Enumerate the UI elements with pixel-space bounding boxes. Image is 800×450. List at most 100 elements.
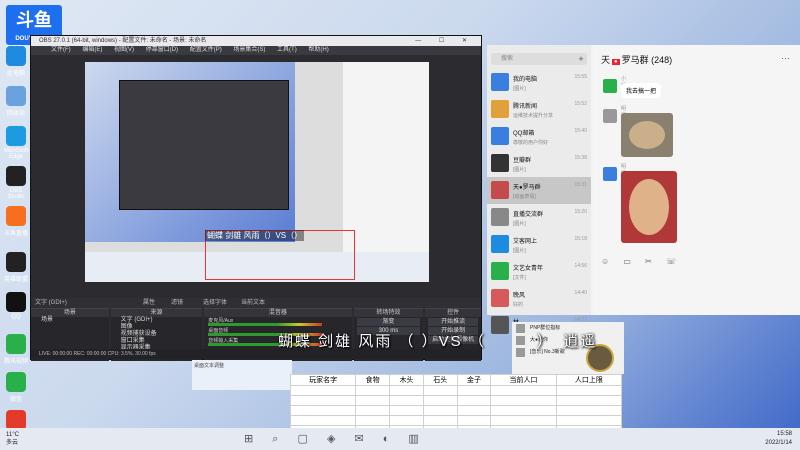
overlay-window[interactable]: 桌面文本调整 [192, 360, 292, 390]
image-message[interactable] [621, 171, 677, 243]
table-cell[interactable] [555, 415, 623, 426]
desktop-icon-label: 斗鱼直播 [3, 231, 28, 237]
conversation-item[interactable]: 直播交流群 [图片] 15:20 [487, 204, 591, 231]
transition-select[interactable]: 渐变 [356, 318, 421, 326]
avatar [491, 181, 509, 199]
conversation-item[interactable]: 艾客网上 [图片] 15:18 [487, 231, 591, 258]
table-cell[interactable] [389, 405, 424, 416]
chat-panel: 天●罗马群 (248) ··· 小狐 我去搞一把 明明 明明 ☺ ▭ ✂ ☏ [593, 45, 800, 315]
desktop-icon[interactable]: 此电脑 [3, 46, 29, 77]
conversation-item[interactable]: 豆瓣群 [图片] 15:38 [487, 150, 591, 177]
table-cell[interactable] [555, 385, 623, 396]
more-icon[interactable]: ··· [781, 53, 790, 63]
table-cell[interactable] [456, 395, 492, 406]
table-cell[interactable] [289, 405, 357, 416]
source-item[interactable]: 图像 [111, 324, 203, 331]
conversation-item[interactable]: 天●罗马群 [动画表情] 15:31 [487, 177, 591, 204]
table-cell[interactable] [490, 385, 557, 396]
menu-tools[interactable]: 工具(T) [277, 47, 297, 53]
weather-desc: 多云 [6, 440, 19, 446]
col-wood[interactable]: 木头 [389, 374, 424, 386]
col-population[interactable]: 当前人口 [490, 374, 557, 386]
table-cell[interactable] [555, 395, 623, 406]
col-food[interactable]: 食物 [355, 374, 391, 386]
mixer-channel[interactable]: 麦克风/Aux [204, 317, 351, 327]
col-gold[interactable]: 金子 [456, 374, 492, 386]
conversation-item[interactable]: 我的电脑 [图片] 15:55 [487, 69, 591, 96]
menu-edit[interactable]: 编辑(E) [82, 47, 102, 53]
table-cell[interactable] [456, 405, 492, 416]
weather-widget[interactable]: 11°C 多云 [6, 431, 19, 447]
table-cell[interactable] [490, 415, 557, 426]
table-cell[interactable] [289, 415, 357, 426]
search-input[interactable]: 搜索 [491, 53, 587, 65]
image-message[interactable] [621, 113, 673, 157]
menu-docks[interactable]: 停靠窗口(D) [146, 47, 178, 53]
desktop-icon[interactable]: OBS Studio [3, 166, 29, 200]
system-clock[interactable]: 15:58 2022/1/14 [765, 430, 792, 448]
preview-caption: 蝴蝶 剑雄 风雨（）VS（） [205, 230, 305, 241]
scene-item[interactable]: 场景 [31, 317, 109, 324]
table-cell[interactable] [456, 385, 492, 396]
add-icon[interactable]: + [575, 53, 587, 65]
menu-scene-collection[interactable]: 场景集合(S) [233, 47, 265, 53]
conversation-item[interactable]: 晚风 好的 14:40 [487, 285, 591, 312]
obs-preview[interactable]: 蝴蝶 剑雄 风雨（）VS（） [85, 62, 429, 282]
table-cell[interactable] [422, 395, 458, 406]
start-streaming-button[interactable]: 开始推流 [428, 318, 478, 326]
conversation-item[interactable]: 文艺女青年 [文件] 14:56 [487, 258, 591, 285]
table-cell[interactable] [289, 385, 357, 396]
source-toolbar: 文字 (GDI+) 属性 滤镜 选择字体 当前文本 [31, 298, 481, 308]
source-item[interactable]: 窗口采集 [111, 338, 203, 345]
menu-view[interactable]: 视图(V) [114, 47, 134, 53]
col-pop-cap[interactable]: 人口上限 [555, 374, 623, 386]
table-cell[interactable] [355, 405, 391, 416]
source-item[interactable]: 视频捕获设备 [111, 331, 203, 338]
menu-help[interactable]: 帮助(H) [308, 47, 328, 53]
filters-button[interactable]: 滤镜 [171, 298, 183, 308]
table-cell[interactable] [422, 385, 458, 396]
taskbar-app-icons[interactable]: ⊞ ⌕ ▢ ◈ ✉ ◐ ▥ [244, 432, 427, 446]
conversation-item[interactable]: 腾讯新闻 运维技术提升分享 15:52 [487, 96, 591, 123]
source-item[interactable]: 文字 (GDI+) [111, 317, 203, 324]
conversation-item[interactable]: QQ邮箱 尊敬的用户你好 15:40 [487, 123, 591, 150]
avatar[interactable] [603, 79, 617, 93]
window-controls[interactable]: — ☐ ✕ [415, 36, 475, 46]
avatar[interactable] [603, 109, 617, 123]
table-cell[interactable] [355, 395, 391, 406]
table-cell[interactable] [389, 385, 424, 396]
obs-menu-bar: 文件(F) 编辑(E) 视图(V) 停靠窗口(D) 配置文件(P) 场景集合(S… [31, 46, 481, 55]
table-cell[interactable] [389, 415, 424, 426]
table-cell[interactable] [422, 405, 458, 416]
desktop-icon[interactable]: 腾讯视频 [3, 334, 29, 365]
menu-file[interactable]: 文件(F) [51, 47, 71, 53]
desktop-icon[interactable]: 英雄联盟 [3, 252, 29, 283]
table-cell[interactable] [289, 395, 357, 406]
table-cell[interactable] [456, 415, 492, 426]
chat-toolbar[interactable]: ☺ ▭ ✂ ☏ [601, 257, 682, 266]
table-cell[interactable] [422, 415, 458, 426]
conversation-list: 搜索 + 我的电脑 [图片] 15:55 腾讯新闻 运维技术提升分享 15:52 QQ邮箱尊… [487, 45, 591, 335]
desktop-icon[interactable]: 回收站 [3, 86, 29, 117]
menu-profile[interactable]: 配置文件(P) [190, 47, 222, 53]
app-icon [6, 46, 26, 66]
app-icon [6, 206, 26, 226]
table-cell[interactable] [355, 415, 391, 426]
table-cell[interactable] [490, 405, 557, 416]
col-player[interactable]: 玩家名字 [289, 374, 357, 386]
table-cell[interactable] [490, 395, 557, 406]
desktop-icon[interactable]: Microsoft Edge [3, 126, 29, 160]
conversation-time: 14:40 [574, 290, 587, 296]
select-font-button[interactable]: 选择字体 [203, 298, 227, 308]
properties-button[interactable]: 属性 [143, 298, 155, 308]
transitions-header: 转场特效 [353, 309, 424, 317]
table-cell[interactable] [355, 385, 391, 396]
desktop-icon[interactable]: 斗鱼直播 [3, 206, 29, 237]
table-cell[interactable] [555, 405, 623, 416]
table-cell[interactable] [389, 395, 424, 406]
avatar[interactable] [603, 167, 617, 181]
desktop-icon[interactable]: QQ [3, 292, 29, 320]
desktop-icon[interactable]: 微信 [3, 372, 29, 403]
col-stone[interactable]: 石头 [422, 374, 458, 386]
conversation-preview: 好的 [513, 302, 524, 308]
